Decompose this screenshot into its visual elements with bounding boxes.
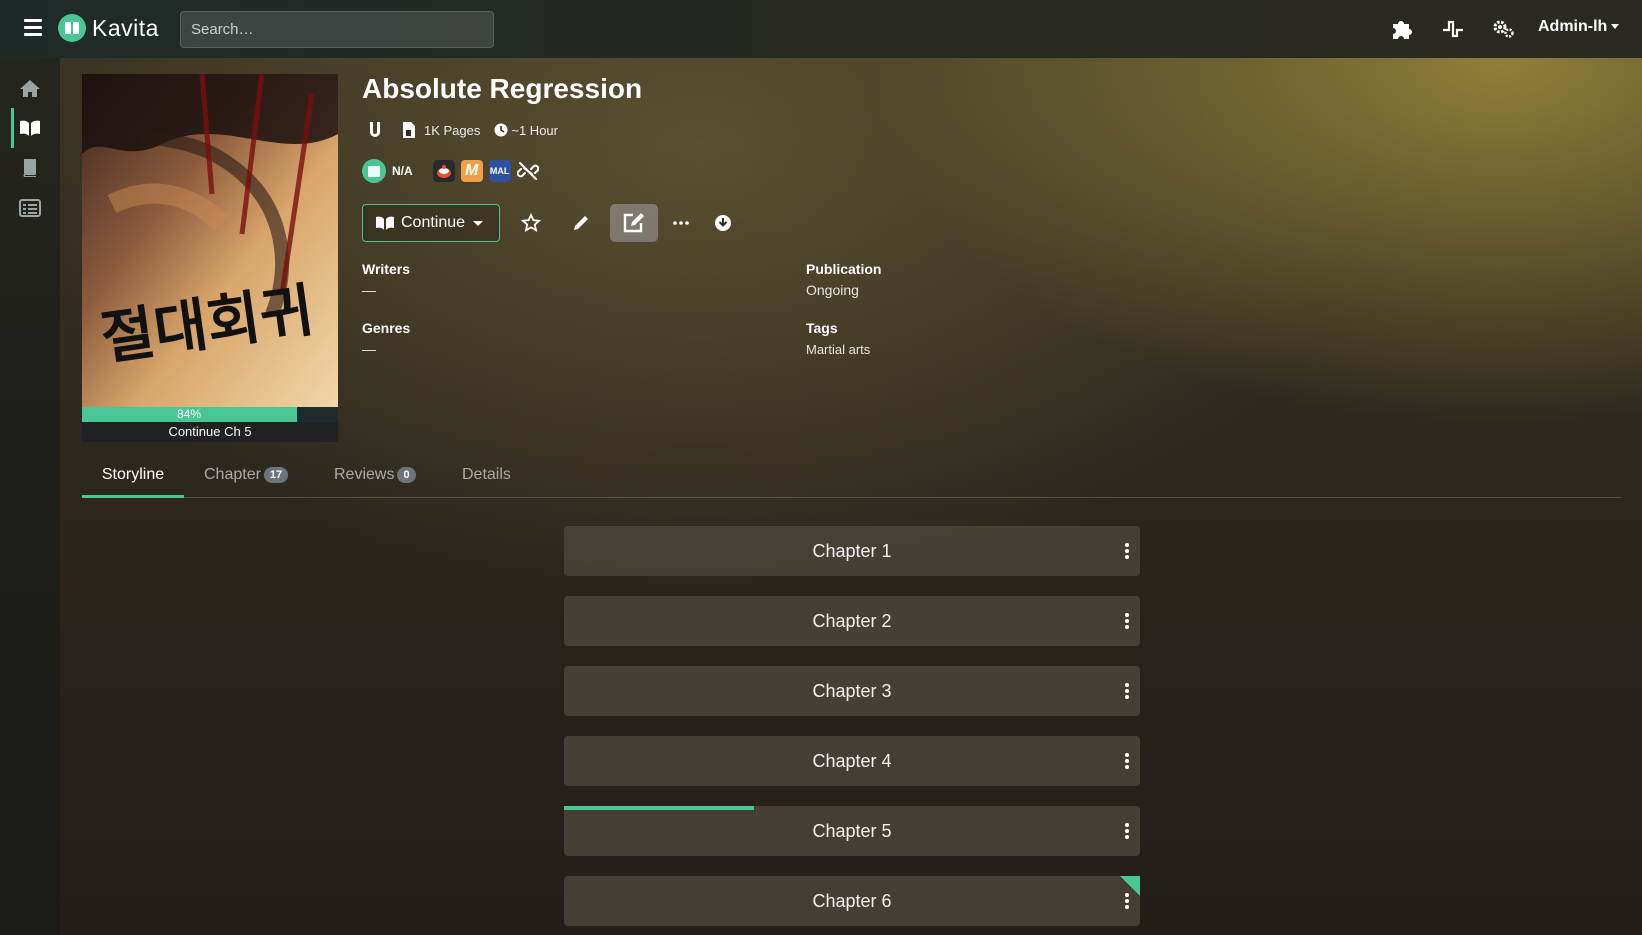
kebab-menu-icon[interactable] [1124, 613, 1130, 629]
series-progress-label: 84% [176, 407, 202, 421]
mangaupdates-link-icon[interactable]: M [460, 160, 483, 182]
continue-dropdown-toggle[interactable] [473, 221, 483, 226]
tab-reviews[interactable]: Reviews 0 [334, 452, 416, 498]
mal-link-icon[interactable]: MAL [488, 160, 511, 182]
edit-icon[interactable] [610, 204, 658, 242]
tab-chapters[interactable]: Chapter 17 [204, 452, 289, 498]
sidebar-item-library[interactable] [0, 108, 60, 148]
chapter-row[interactable]: Chapter 3 [564, 666, 1140, 716]
chapter-name: Chapter 5 [812, 821, 892, 841]
chapter-name: Chapter 1 [812, 541, 892, 561]
tag-item[interactable]: Martial arts [806, 342, 870, 357]
clock-icon [494, 123, 508, 137]
kavita-logo-icon [58, 14, 86, 42]
menu-icon[interactable] [24, 19, 42, 37]
list-icon [19, 199, 41, 217]
rating-and-links: N/A M MAL [362, 159, 539, 183]
page-count: 1K Pages [424, 122, 481, 138]
chapter-row[interactable]: Chapter 5 [564, 806, 1140, 856]
kebab-menu-icon[interactable] [1124, 753, 1130, 769]
mangaupdates-label: M [465, 162, 479, 179]
kebab-menu-icon[interactable] [1124, 683, 1130, 699]
genres-value: — [362, 341, 376, 357]
genres-label: Genres [362, 320, 411, 336]
publication-value[interactable]: Ongoing [806, 282, 859, 298]
user-menu[interactable]: Admin-lh [1538, 18, 1620, 36]
manga-format-icon [370, 122, 380, 137]
publication-label: Publication [806, 261, 882, 277]
kebab-menu-icon[interactable] [1124, 823, 1130, 839]
tab-storyline[interactable]: Storyline [82, 452, 184, 498]
writers-value: — [362, 282, 376, 298]
chapter-row[interactable]: Chapter 6 [564, 876, 1140, 926]
tags-label: Tags [806, 320, 838, 336]
book-open-icon [376, 216, 394, 230]
kebab-menu-icon[interactable] [1124, 893, 1130, 909]
chapter-name: Chapter 2 [812, 611, 892, 631]
star-icon[interactable] [514, 204, 548, 242]
chapter-name: Chapter 6 [812, 891, 892, 911]
pencil-icon[interactable] [564, 204, 598, 242]
anilist-link-icon[interactable] [432, 160, 455, 182]
chevron-down-icon [1611, 24, 1620, 30]
tab-storyline-label: Storyline [101, 466, 165, 483]
continue-chapter-link[interactable]: Continue Ch 5 [82, 422, 338, 442]
activity-icon[interactable] [1440, 17, 1466, 41]
user-name: Admin-lh [1538, 18, 1608, 35]
tab-details-label: Details [462, 466, 511, 483]
continue-label: Continue [401, 214, 466, 231]
series-cover-image[interactable]: 절대회귀 [82, 74, 338, 408]
chapter-name: Chapter 4 [812, 751, 892, 771]
download-icon[interactable] [708, 204, 738, 242]
writers-label: Writers [362, 261, 410, 277]
puzzle-icon[interactable] [1390, 17, 1416, 41]
app-name: Kavita [92, 14, 159, 41]
file-pages-icon [403, 122, 415, 138]
chapter-row[interactable]: Chapter 1 [564, 526, 1140, 576]
series-progress-bar: 84% [82, 407, 338, 422]
continue-button[interactable]: Continue [362, 204, 500, 242]
rating-icon[interactable] [362, 159, 386, 183]
series-meta: 1K Pages ~1 Hour [368, 121, 558, 139]
rating-value: N/A [392, 164, 413, 178]
ellipsis-icon[interactable] [666, 204, 696, 242]
tab-chapters-label: Chapter [204, 466, 261, 483]
read-time: ~1 Hour [511, 122, 558, 138]
chapter-row[interactable]: Chapter 2 [564, 596, 1140, 646]
side-nav [0, 58, 60, 935]
home-icon [20, 80, 40, 97]
settings-cogs-icon[interactable] [1491, 17, 1517, 41]
search-input[interactable] [180, 11, 494, 48]
tab-reviews-label: Reviews [334, 466, 395, 483]
kebab-menu-icon[interactable] [1124, 543, 1130, 559]
link-broken-icon[interactable] [516, 160, 539, 182]
review-count-badge: 0 [397, 466, 416, 483]
chapter-row[interactable]: Chapter 4 [564, 736, 1140, 786]
sidebar-item-home[interactable] [0, 68, 60, 108]
sidebar-item-collections[interactable] [0, 188, 60, 228]
series-title: Absolute Regression [362, 73, 643, 104]
sidebar-item-reading-list[interactable] [0, 148, 60, 188]
logo[interactable]: Kavita [58, 14, 159, 42]
chapter-count-badge: 17 [263, 466, 289, 483]
top-navbar: Kavita Admin-lh [0, 0, 1642, 58]
book-icon [23, 159, 36, 177]
series-tabs: Storyline Chapter 17 Reviews 0 Details [82, 452, 1622, 498]
mal-label: MAL [489, 166, 510, 176]
tab-details[interactable]: Details [462, 452, 511, 498]
chapter-name: Chapter 3 [812, 681, 892, 701]
book-open-icon [20, 120, 40, 136]
